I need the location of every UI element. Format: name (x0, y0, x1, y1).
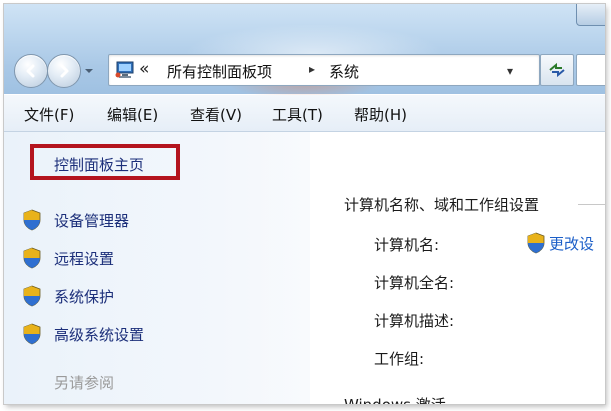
task-label: 高级系统设置 (54, 325, 145, 344)
refresh-icon (549, 62, 565, 78)
shield-icon (23, 247, 41, 269)
change-settings-label: 更改设 (549, 234, 595, 253)
shield-icon (23, 323, 41, 345)
menu-help[interactable]: 帮助(H) (354, 104, 407, 125)
window-control-button[interactable] (576, 4, 605, 26)
refresh-button[interactable] (540, 54, 574, 86)
menu-file[interactable]: 文件(F) (24, 104, 74, 125)
task-remote-settings[interactable]: 远程设置 (22, 246, 114, 270)
search-input[interactable] (576, 54, 605, 86)
title-bar: « 所有控制面板项 ▸ 系统 ▾ (4, 4, 605, 99)
system-window: « 所有控制面板项 ▸ 系统 ▾ 文件(F) 编辑(E) 查看(V) 工具(T)… (4, 4, 605, 404)
task-label: 系统保护 (54, 287, 115, 306)
highlight-box (30, 144, 180, 180)
field-full-computer-name: 计算机全名: (374, 274, 455, 292)
menu-tools[interactable]: 工具(T) (272, 104, 323, 125)
shield-icon (23, 285, 41, 307)
windows-activation-heading: Windows 激活 (344, 394, 446, 404)
shield-icon (527, 232, 545, 254)
shield-icon (23, 209, 41, 231)
address-overflow-chevron[interactable]: « (139, 59, 149, 79)
menu-bar: 文件(F) 编辑(E) 查看(V) 工具(T) 帮助(H) (4, 95, 605, 132)
arrow-left-icon (26, 64, 35, 78)
breadcrumb-system[interactable]: 系统 (329, 61, 359, 82)
forward-button[interactable] (47, 54, 81, 88)
arrow-right-icon (60, 64, 69, 78)
main-content: 计算机名称、域和工作组设置 计算机名: 计算机全名: 计算机描述: 工作组: 更… (310, 132, 605, 404)
see-also-heading: 另请参阅 (54, 374, 115, 392)
control-panel-icon (115, 61, 134, 78)
task-pane: 控制面板主页 设备管理器 远程设置 系统保护 高级系统设置 另请参阅 (4, 132, 310, 404)
recent-pages-dropdown-icon[interactable] (84, 66, 94, 76)
task-label: 设备管理器 (54, 211, 130, 230)
address-dropdown-icon[interactable]: ▾ (507, 64, 513, 78)
task-device-manager[interactable]: 设备管理器 (22, 208, 129, 232)
change-settings-link[interactable]: 更改设 (526, 232, 594, 254)
back-button[interactable] (14, 54, 48, 88)
field-computer-name: 计算机名: (374, 236, 440, 254)
field-computer-description: 计算机描述: (374, 312, 455, 330)
breadcrumb-separator-icon[interactable]: ▸ (309, 62, 315, 76)
section-divider (578, 204, 605, 205)
task-system-protection[interactable]: 系统保护 (22, 284, 114, 308)
menu-edit[interactable]: 编辑(E) (107, 104, 158, 125)
task-advanced-system-settings[interactable]: 高级系统设置 (22, 322, 144, 346)
task-label: 远程设置 (54, 249, 115, 268)
breadcrumb-all-control-panel-items[interactable]: 所有控制面板项 (167, 61, 272, 82)
address-bar[interactable]: « 所有控制面板项 ▸ 系统 ▾ (108, 54, 540, 86)
field-workgroup: 工作组: (374, 350, 425, 368)
menu-view[interactable]: 查看(V) (190, 104, 242, 125)
section-title: 计算机名称、域和工作组设置 (344, 196, 540, 214)
